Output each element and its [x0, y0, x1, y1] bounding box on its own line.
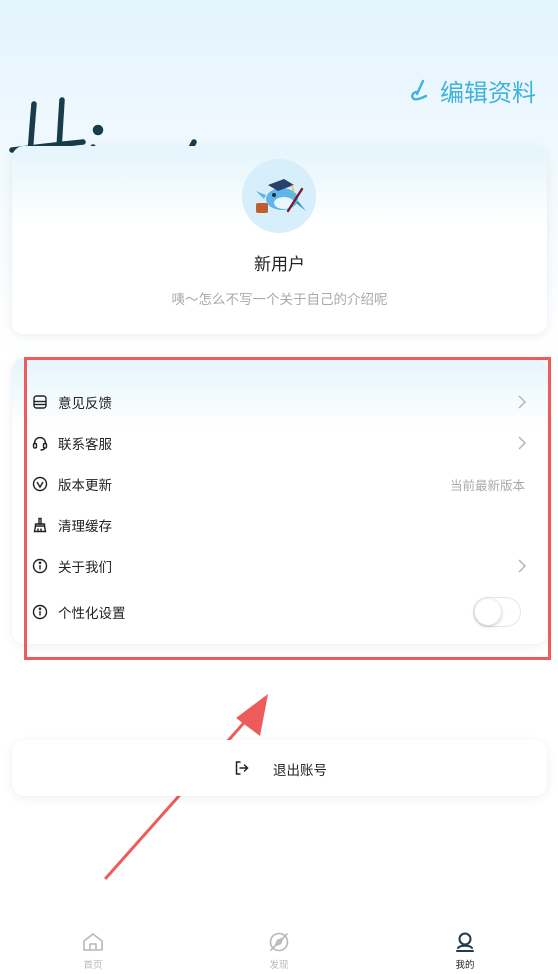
- version-icon: [32, 476, 48, 492]
- tab-label-mine: 我的: [455, 960, 475, 971]
- settings-menu-card: 意见反馈 联系客服 版本更新 当前最新版本 清理缓存 关于我们 个性化设置: [12, 358, 547, 644]
- menu-item-personalization: 个性化设置: [12, 592, 547, 632]
- personalization-toggle[interactable]: [473, 597, 521, 627]
- menu-item-about-us[interactable]: 关于我们: [12, 546, 547, 586]
- menu-label-customer-service: 联系客服: [58, 437, 112, 453]
- menu-item-clear-cache[interactable]: 清理缓存: [12, 505, 547, 545]
- tab-home[interactable]: 首页: [63, 930, 123, 974]
- chevron-right-icon: [518, 436, 527, 450]
- brush-icon: [32, 517, 48, 533]
- bottom-tab-bar: 首页 发现 我的: [0, 924, 558, 974]
- home-icon: [83, 933, 103, 951]
- discover-icon: [269, 932, 289, 952]
- avatar[interactable]: [242, 159, 316, 233]
- menu-label-version-update: 版本更新: [58, 478, 112, 494]
- menu-label-about-us: 关于我们: [58, 560, 112, 576]
- version-status: 当前最新版本: [449, 477, 525, 493]
- user-name: 新用户: [254, 255, 305, 275]
- tab-label-discover: 发现: [269, 960, 289, 971]
- edit-profile-button[interactable]: 编辑资料: [408, 72, 536, 108]
- edit-profile-label: 编辑资料: [440, 78, 536, 107]
- tab-mine[interactable]: 我的: [435, 930, 495, 974]
- headset-icon: [32, 435, 48, 451]
- toggle-knob: [475, 599, 501, 625]
- tab-label-home: 首页: [83, 960, 103, 971]
- menu-label-feedback: 意见反馈: [58, 396, 112, 412]
- logout-label: 退出账号: [273, 763, 327, 779]
- logout-button[interactable]: 退出账号: [12, 740, 547, 796]
- tab-discover[interactable]: 发现: [249, 930, 309, 974]
- profile-card: 新用户 咦～怎么不写一个关于自己的介绍呢: [12, 146, 547, 334]
- menu-item-customer-service[interactable]: 联系客服: [12, 423, 547, 463]
- chevron-right-icon: [518, 395, 527, 409]
- menu-label-personalization: 个性化设置: [58, 606, 126, 622]
- feedback-icon: [32, 394, 48, 410]
- info-icon: [32, 604, 48, 620]
- menu-item-feedback[interactable]: 意见反馈: [12, 382, 547, 422]
- dolphin-mascot-icon: [242, 159, 316, 233]
- info-icon: [32, 558, 48, 574]
- menu-item-version-update[interactable]: 版本更新 当前最新版本: [12, 464, 547, 504]
- menu-label-clear-cache: 清理缓存: [58, 519, 112, 535]
- chevron-right-icon: [518, 559, 527, 573]
- pen-icon: [411, 79, 428, 101]
- logout-icon: [235, 761, 249, 775]
- user-icon: [456, 932, 474, 952]
- user-bio: 咦～怎么不写一个关于自己的介绍呢: [171, 292, 388, 308]
